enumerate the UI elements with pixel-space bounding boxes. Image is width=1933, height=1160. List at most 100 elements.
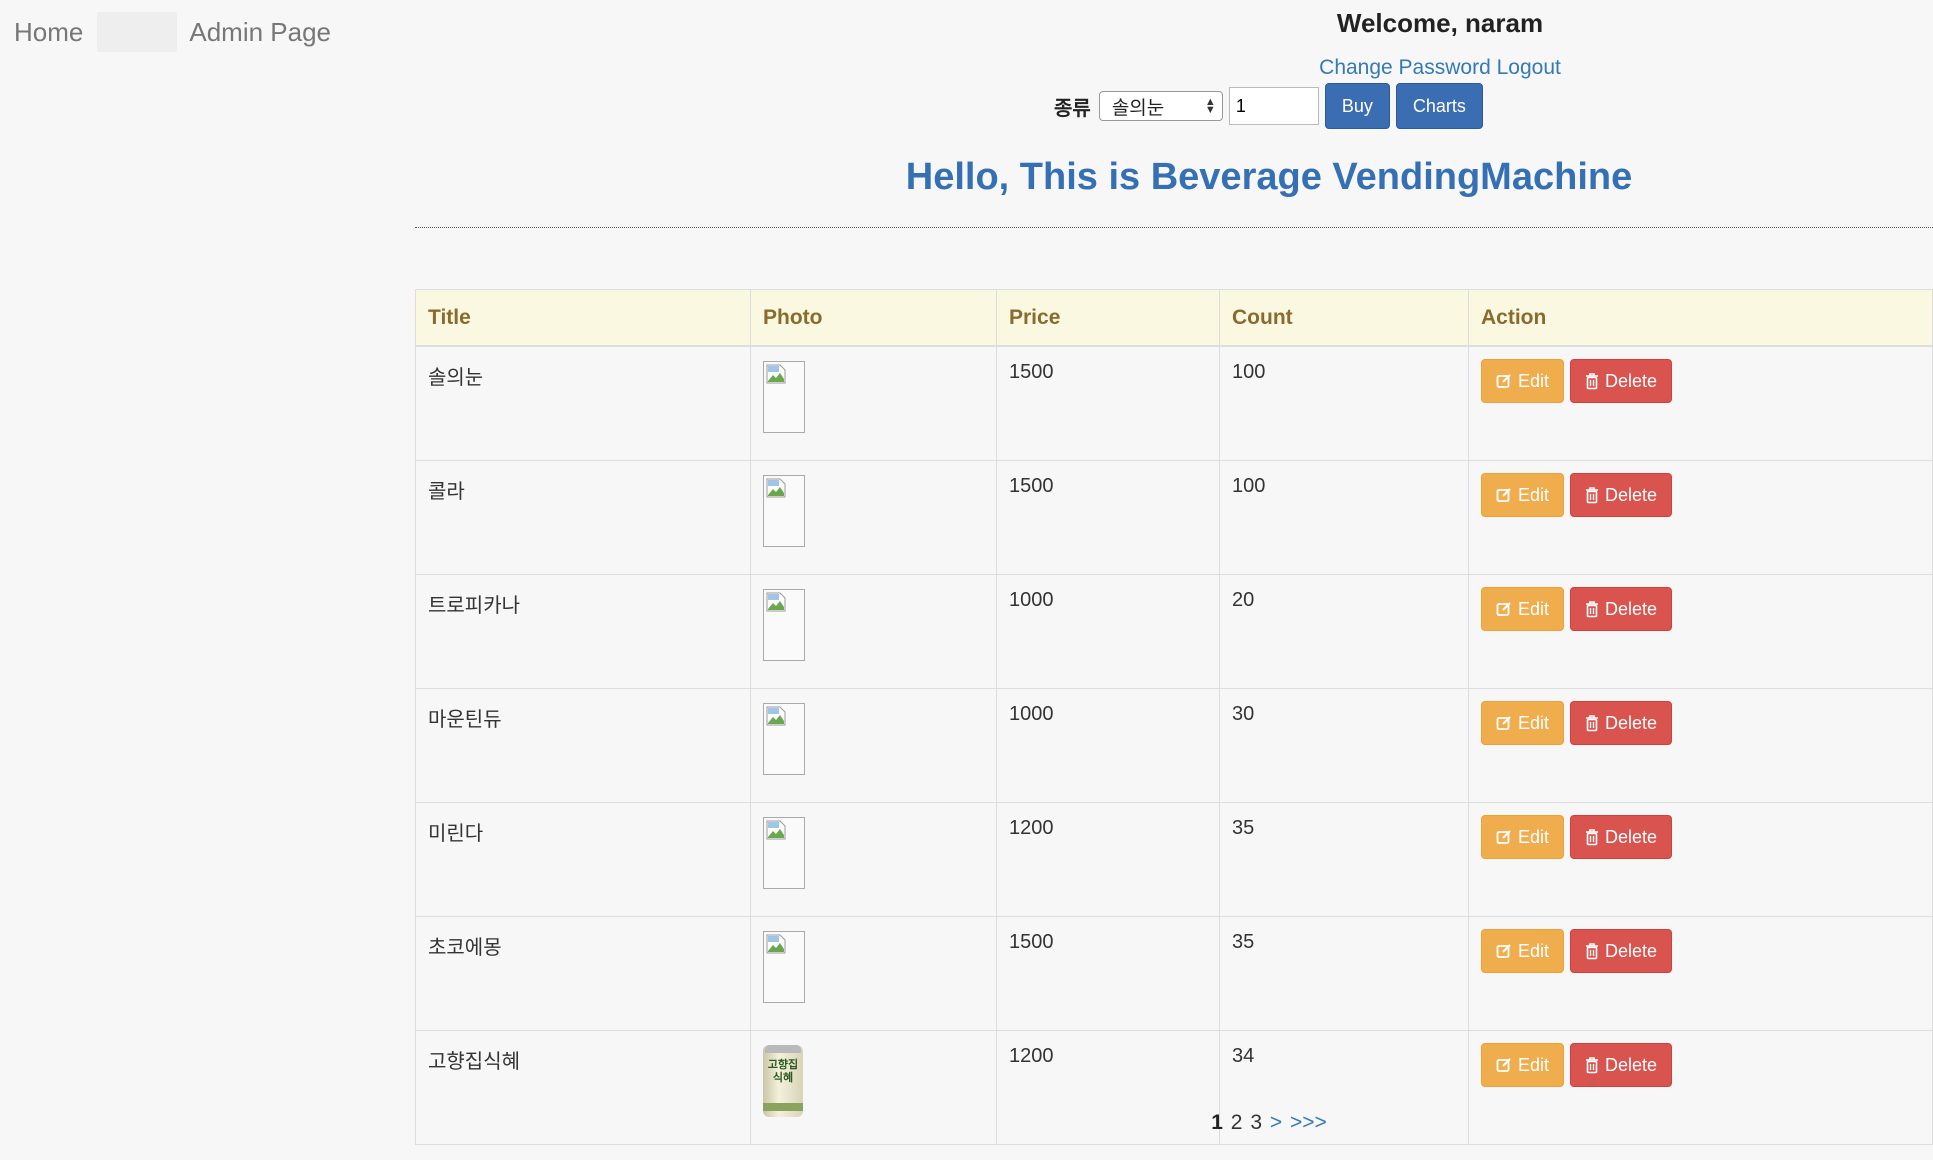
row-price-text: 1200 <box>1009 817 1054 839</box>
logout-link[interactable]: Logout <box>1497 56 1561 79</box>
edit-label: Edit <box>1518 484 1550 505</box>
row-price: 1200 <box>996 1030 1220 1145</box>
quantity-input[interactable] <box>1228 87 1319 125</box>
trash-icon <box>1585 714 1599 732</box>
divider <box>415 227 1933 228</box>
row-title-text: 마운틴듀 <box>428 709 502 731</box>
nav-admin-link[interactable]: Admin Page <box>189 17 331 48</box>
table-row: 고향집식혜 고향집 식혜 1200 34 Edit Delete <box>415 1030 1933 1145</box>
edit-icon <box>1496 373 1512 389</box>
row-count-text: 34 <box>1232 1045 1255 1067</box>
row-title: 고향집식혜 <box>415 1030 751 1145</box>
row-title: 마운틴듀 <box>415 688 751 803</box>
delete-button[interactable]: Delete <box>1570 929 1673 973</box>
row-title-text: 고향집식혜 <box>428 1051 520 1073</box>
row-price-text: 1500 <box>1009 475 1054 497</box>
table-row: 미린다 1200 35 Edit Delete <box>415 802 1933 917</box>
col-photo: Photo <box>750 289 997 347</box>
delete-button[interactable]: Delete <box>1570 701 1673 745</box>
buy-button[interactable]: Buy <box>1324 83 1390 129</box>
next-page-link[interactable]: > <box>1270 1111 1282 1134</box>
edit-button[interactable]: Edit <box>1481 587 1565 631</box>
delete-label: Delete <box>1605 598 1658 619</box>
page-link[interactable]: 3 <box>1250 1111 1262 1134</box>
row-photo-cell <box>750 460 997 575</box>
row-count: 100 <box>1219 345 1469 461</box>
nav-home-link[interactable]: Home <box>14 17 83 48</box>
edit-icon <box>1496 829 1512 845</box>
col-title: Title <box>415 289 751 347</box>
edit-button[interactable]: Edit <box>1481 359 1565 403</box>
row-actions: Edit Delete <box>1468 688 1933 803</box>
page-current: 1 <box>1211 1111 1223 1134</box>
delete-label: Delete <box>1605 826 1658 847</box>
row-count-text: 20 <box>1232 589 1255 611</box>
edit-icon <box>1496 715 1512 731</box>
nav-placeholder <box>97 12 178 52</box>
edit-icon <box>1496 1057 1512 1073</box>
trash-icon <box>1585 486 1599 504</box>
row-actions: Edit Delete <box>1468 916 1933 1031</box>
page-link[interactable]: 2 <box>1231 1111 1243 1134</box>
col-action: Action <box>1468 289 1933 347</box>
edit-label: Edit <box>1518 940 1550 961</box>
delete-label: Delete <box>1605 370 1658 391</box>
col-price: Price <box>996 289 1220 347</box>
edit-button[interactable]: Edit <box>1481 1043 1565 1087</box>
edit-icon <box>1496 943 1512 959</box>
row-title: 솔의눈 <box>415 345 751 461</box>
edit-icon <box>1496 487 1512 503</box>
edit-button[interactable]: Edit <box>1481 815 1565 859</box>
trash-icon <box>1585 942 1599 960</box>
edit-button[interactable]: Edit <box>1481 701 1565 745</box>
table-header-row: Title Photo Price Count Action <box>415 289 1933 347</box>
row-price-text: 1000 <box>1009 703 1054 725</box>
table-row: 초코에몽 1500 35 Edit Delete <box>415 916 1933 1031</box>
delete-button[interactable]: Delete <box>1570 473 1673 517</box>
row-actions: Edit Delete <box>1468 345 1933 461</box>
row-price-text: 1500 <box>1009 361 1054 383</box>
edit-label: Edit <box>1518 712 1550 733</box>
can-label: 고향집 식혜 <box>767 1059 799 1084</box>
row-count-text: 35 <box>1232 817 1255 839</box>
row-title: 초코에몽 <box>415 916 751 1031</box>
trash-icon <box>1585 372 1599 390</box>
trash-icon <box>1585 828 1599 846</box>
row-title: 콜라 <box>415 460 751 575</box>
row-price-text: 1000 <box>1009 589 1054 611</box>
row-title-text: 솔의눈 <box>428 367 484 389</box>
row-title-text: 미린다 <box>428 823 484 845</box>
account-links: Change Password Logout <box>1200 56 1680 80</box>
edit-label: Edit <box>1518 1054 1550 1075</box>
charts-button[interactable]: Charts <box>1395 83 1483 129</box>
edit-button[interactable]: Edit <box>1481 929 1565 973</box>
row-count: 100 <box>1219 460 1469 575</box>
page-title: Hello, This is Beverage VendingMachine <box>905 156 1633 198</box>
delete-button[interactable]: Delete <box>1570 815 1673 859</box>
last-page-link[interactable]: >>> <box>1290 1111 1327 1134</box>
delete-button[interactable]: Delete <box>1570 587 1673 631</box>
row-price: 1000 <box>996 574 1220 689</box>
beverage-type-select[interactable]: 솔의눈 ▲ ▼ <box>1098 91 1223 121</box>
broken-image-icon <box>763 703 805 775</box>
beverage-photo: 고향집 식혜 <box>763 1045 803 1117</box>
delete-button[interactable]: Delete <box>1570 1043 1673 1087</box>
row-actions: Edit Delete <box>1468 460 1933 575</box>
delete-button[interactable]: Delete <box>1570 359 1673 403</box>
row-actions: Edit Delete <box>1468 802 1933 917</box>
select-arrows-icon: ▲ ▼ <box>1204 96 1216 116</box>
broken-image-icon <box>763 361 805 433</box>
selected-type: 솔의눈 <box>1111 97 1165 119</box>
row-price: 1200 <box>996 802 1220 917</box>
table-row: 마운틴듀 1000 30 Edit Delete <box>415 688 1933 803</box>
type-label: 종류 <box>1054 97 1091 120</box>
row-price-text: 1500 <box>1009 931 1054 953</box>
row-count-text: 35 <box>1232 931 1255 953</box>
row-price: 1500 <box>996 460 1220 575</box>
trash-icon <box>1585 600 1599 618</box>
delete-label: Delete <box>1605 1054 1658 1075</box>
row-title-text: 콜라 <box>428 481 465 503</box>
change-password-link[interactable]: Change Password <box>1319 56 1491 79</box>
edit-button[interactable]: Edit <box>1481 473 1565 517</box>
row-title-text: 초코에몽 <box>428 937 502 959</box>
